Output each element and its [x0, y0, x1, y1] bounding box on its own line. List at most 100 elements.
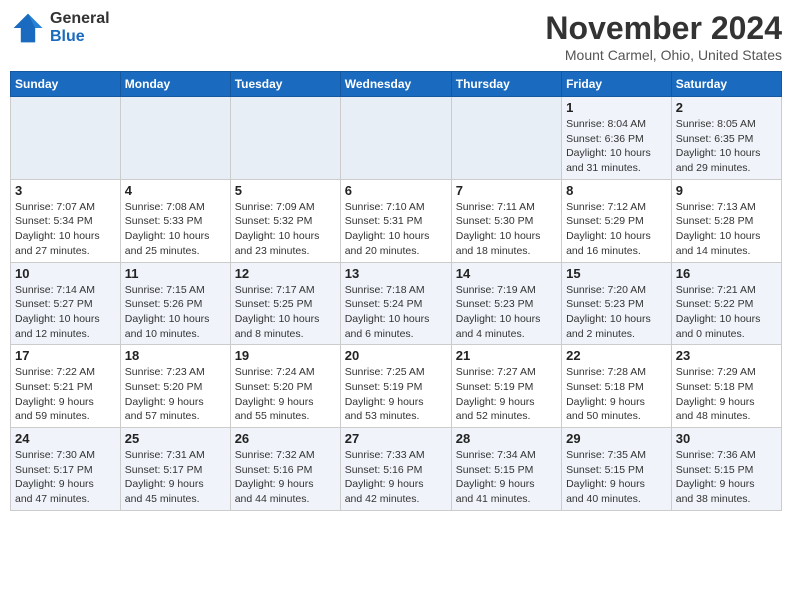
- day-info: Sunrise: 7:07 AM Sunset: 5:34 PM Dayligh…: [15, 200, 116, 259]
- day-number: 30: [676, 431, 777, 446]
- day-info: Sunrise: 7:25 AM Sunset: 5:19 PM Dayligh…: [345, 365, 447, 424]
- day-number: 5: [235, 183, 336, 198]
- calendar-cell: 2 Sunrise: 8:05 AM Sunset: 6:35 PM Daylig…: [671, 97, 781, 180]
- day-number: 27: [345, 431, 447, 446]
- calendar-cell: 21Sunrise: 7:27 AM Sunset: 5:19 PM Dayli…: [451, 345, 561, 428]
- day-number: 20: [345, 348, 447, 363]
- day-number: 4: [125, 183, 226, 198]
- calendar-week-4: 17 Sunrise: 7:22 AM Sunset: 5:21 PM Dayli…: [11, 345, 782, 428]
- day-number: 25: [125, 431, 226, 446]
- day-info: Sunrise: 7:11 AM Sunset: 5:30 PM Dayligh…: [456, 200, 557, 259]
- day-number: 12: [235, 266, 336, 281]
- day-info: Sunrise: 7:08 AM Sunset: 5:33 PM Dayligh…: [125, 200, 226, 259]
- weekday-saturday: Saturday: [671, 72, 781, 97]
- day-info: Sunrise: 7:33 AM Sunset: 5:16 PM Dayligh…: [345, 448, 447, 507]
- day-number: 9: [676, 183, 777, 198]
- weekday-tuesday: Tuesday: [230, 72, 340, 97]
- calendar-cell: [11, 97, 121, 180]
- calendar-week-2: 3 Sunrise: 7:07 AM Sunset: 5:34 PM Daylig…: [11, 179, 782, 262]
- day-number: 3: [15, 183, 116, 198]
- page-header: General Blue November 2024 Mount Carmel,…: [10, 10, 782, 63]
- calendar-cell: 27 Sunrise: 7:33 AM Sunset: 5:16 PM Dayli…: [340, 428, 451, 511]
- day-number: 15: [566, 266, 667, 281]
- day-info: Sunrise: 7:09 AM Sunset: 5:32 PM Dayligh…: [235, 200, 336, 259]
- location: Mount Carmel, Ohio, United States: [545, 47, 782, 63]
- calendar-cell: 10 Sunrise: 7:14 AM Sunset: 5:27 PM Dayli…: [11, 262, 121, 345]
- day-number: 17: [15, 348, 116, 363]
- month-title: November 2024: [545, 10, 782, 47]
- calendar-cell: 16 Sunrise: 7:21 AM Sunset: 5:22 PM Dayli…: [671, 262, 781, 345]
- weekday-thursday: Thursday: [451, 72, 561, 97]
- day-number: 13: [345, 266, 447, 281]
- logo-icon: [10, 10, 46, 46]
- calendar-cell: 26 Sunrise: 7:32 AM Sunset: 5:16 PM Dayli…: [230, 428, 340, 511]
- calendar-table: SundayMondayTuesdayWednesdayThursdayFrid…: [10, 71, 782, 511]
- calendar-cell: 1Sunrise: 8:04 AM Sunset: 6:36 PM Daylig…: [562, 97, 672, 180]
- day-info: Sunrise: 7:18 AM Sunset: 5:24 PM Dayligh…: [345, 283, 447, 342]
- calendar-week-3: 10 Sunrise: 7:14 AM Sunset: 5:27 PM Dayli…: [11, 262, 782, 345]
- day-info: Sunrise: 7:32 AM Sunset: 5:16 PM Dayligh…: [235, 448, 336, 507]
- calendar-cell: 29 Sunrise: 7:35 AM Sunset: 5:15 PM Dayli…: [562, 428, 672, 511]
- day-number: 10: [15, 266, 116, 281]
- day-number: 7: [456, 183, 557, 198]
- day-number: 18: [125, 348, 226, 363]
- calendar-cell: 5 Sunrise: 7:09 AM Sunset: 5:32 PM Daylig…: [230, 179, 340, 262]
- calendar-cell: 7 Sunrise: 7:11 AM Sunset: 5:30 PM Daylig…: [451, 179, 561, 262]
- title-block: November 2024 Mount Carmel, Ohio, United…: [545, 10, 782, 63]
- day-info: Sunrise: 7:21 AM Sunset: 5:22 PM Dayligh…: [676, 283, 777, 342]
- calendar-cell: 15Sunrise: 7:20 AM Sunset: 5:23 PM Dayli…: [562, 262, 672, 345]
- calendar-cell: 25 Sunrise: 7:31 AM Sunset: 5:17 PM Dayli…: [120, 428, 230, 511]
- calendar-cell: 19Sunrise: 7:24 AM Sunset: 5:20 PM Dayli…: [230, 345, 340, 428]
- day-number: 2: [676, 100, 777, 115]
- weekday-monday: Monday: [120, 72, 230, 97]
- day-info: Sunrise: 7:12 AM Sunset: 5:29 PM Dayligh…: [566, 200, 667, 259]
- day-number: 19: [235, 348, 336, 363]
- day-info: Sunrise: 7:14 AM Sunset: 5:27 PM Dayligh…: [15, 283, 116, 342]
- day-number: 11: [125, 266, 226, 281]
- day-info: Sunrise: 7:29 AM Sunset: 5:18 PM Dayligh…: [676, 365, 777, 424]
- calendar-cell: [230, 97, 340, 180]
- calendar-cell: 11Sunrise: 7:15 AM Sunset: 5:26 PM Dayli…: [120, 262, 230, 345]
- calendar-cell: 20 Sunrise: 7:25 AM Sunset: 5:19 PM Dayli…: [340, 345, 451, 428]
- day-number: 29: [566, 431, 667, 446]
- calendar-cell: 18Sunrise: 7:23 AM Sunset: 5:20 PM Dayli…: [120, 345, 230, 428]
- logo: General Blue: [10, 10, 110, 46]
- day-info: Sunrise: 7:10 AM Sunset: 5:31 PM Dayligh…: [345, 200, 447, 259]
- calendar-cell: [451, 97, 561, 180]
- calendar-cell: [340, 97, 451, 180]
- calendar-cell: [120, 97, 230, 180]
- calendar-cell: 14Sunrise: 7:19 AM Sunset: 5:23 PM Dayli…: [451, 262, 561, 345]
- day-info: Sunrise: 7:34 AM Sunset: 5:15 PM Dayligh…: [456, 448, 557, 507]
- day-info: Sunrise: 8:05 AM Sunset: 6:35 PM Dayligh…: [676, 117, 777, 176]
- day-number: 16: [676, 266, 777, 281]
- calendar-cell: 9Sunrise: 7:13 AM Sunset: 5:28 PM Daylig…: [671, 179, 781, 262]
- calendar-cell: 30Sunrise: 7:36 AM Sunset: 5:15 PM Dayli…: [671, 428, 781, 511]
- day-number: 23: [676, 348, 777, 363]
- calendar-cell: 12 Sunrise: 7:17 AM Sunset: 5:25 PM Dayli…: [230, 262, 340, 345]
- calendar-cell: 23 Sunrise: 7:29 AM Sunset: 5:18 PM Dayli…: [671, 345, 781, 428]
- calendar-cell: 8 Sunrise: 7:12 AM Sunset: 5:29 PM Daylig…: [562, 179, 672, 262]
- calendar-week-1: 1Sunrise: 8:04 AM Sunset: 6:36 PM Daylig…: [11, 97, 782, 180]
- day-number: 26: [235, 431, 336, 446]
- day-info: Sunrise: 7:30 AM Sunset: 5:17 PM Dayligh…: [15, 448, 116, 507]
- day-info: Sunrise: 7:28 AM Sunset: 5:18 PM Dayligh…: [566, 365, 667, 424]
- day-number: 8: [566, 183, 667, 198]
- day-info: Sunrise: 7:35 AM Sunset: 5:15 PM Dayligh…: [566, 448, 667, 507]
- logo-text: General Blue: [50, 10, 110, 45]
- day-info: Sunrise: 8:04 AM Sunset: 6:36 PM Dayligh…: [566, 117, 667, 176]
- calendar-cell: 28 Sunrise: 7:34 AM Sunset: 5:15 PM Dayli…: [451, 428, 561, 511]
- weekday-sunday: Sunday: [11, 72, 121, 97]
- day-info: Sunrise: 7:22 AM Sunset: 5:21 PM Dayligh…: [15, 365, 116, 424]
- day-info: Sunrise: 7:27 AM Sunset: 5:19 PM Dayligh…: [456, 365, 557, 424]
- day-info: Sunrise: 7:17 AM Sunset: 5:25 PM Dayligh…: [235, 283, 336, 342]
- day-number: 28: [456, 431, 557, 446]
- weekday-friday: Friday: [562, 72, 672, 97]
- calendar-cell: 4 Sunrise: 7:08 AM Sunset: 5:33 PM Daylig…: [120, 179, 230, 262]
- day-number: 22: [566, 348, 667, 363]
- weekday-wednesday: Wednesday: [340, 72, 451, 97]
- day-number: 24: [15, 431, 116, 446]
- calendar-cell: 3 Sunrise: 7:07 AM Sunset: 5:34 PM Daylig…: [11, 179, 121, 262]
- day-number: 6: [345, 183, 447, 198]
- weekday-header-row: SundayMondayTuesdayWednesdayThursdayFrid…: [11, 72, 782, 97]
- day-info: Sunrise: 7:31 AM Sunset: 5:17 PM Dayligh…: [125, 448, 226, 507]
